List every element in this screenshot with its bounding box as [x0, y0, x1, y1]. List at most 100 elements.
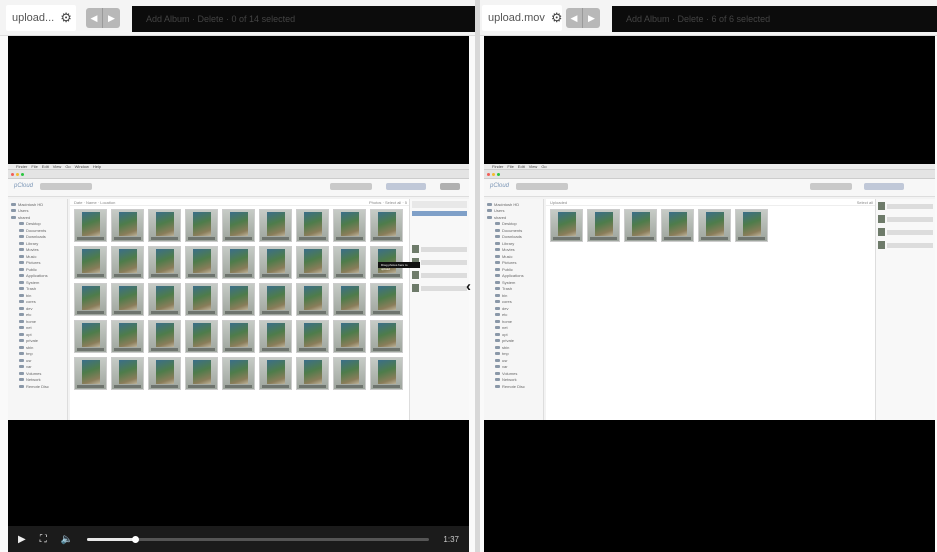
- progress-track[interactable]: [87, 535, 430, 543]
- zoom-window-icon[interactable]: [21, 173, 24, 176]
- photo-thumbnail[interactable]: [296, 246, 329, 279]
- filter-dropdown[interactable]: [330, 183, 372, 190]
- photo-thumbnail[interactable]: [185, 283, 218, 316]
- back-arrow-icon[interactable]: ◀: [86, 8, 103, 28]
- download-button[interactable]: [864, 183, 904, 190]
- photo-thumbnail[interactable]: [259, 246, 292, 279]
- photo-thumbnail[interactable]: [296, 283, 329, 316]
- upload-item[interactable]: [878, 240, 933, 250]
- photo-thumbnail[interactable]: [185, 209, 218, 242]
- photo-thumbnail[interactable]: [111, 283, 144, 316]
- upload-item[interactable]: [412, 283, 467, 293]
- upload-item[interactable]: [412, 244, 467, 254]
- photo-thumbnail[interactable]: [74, 209, 107, 242]
- photo-thumbnail[interactable]: [74, 320, 107, 353]
- menu-item[interactable]: File: [507, 164, 513, 169]
- photo-thumbnail[interactable]: [259, 209, 292, 242]
- photo-thumbnail[interactable]: [148, 320, 181, 353]
- photo-thumbnail[interactable]: [370, 320, 403, 353]
- gear-icon[interactable]: ⚙: [551, 10, 563, 26]
- photo-thumbnail[interactable]: [296, 357, 329, 390]
- minimize-window-icon[interactable]: [16, 173, 19, 176]
- menu-item[interactable]: View: [53, 164, 62, 169]
- photo-thumbnail[interactable]: [259, 320, 292, 353]
- photo-thumbnail[interactable]: [185, 357, 218, 390]
- upload-item[interactable]: [878, 227, 933, 237]
- play-icon[interactable]: ▶: [18, 534, 26, 545]
- toolbar-button-group[interactable]: [516, 183, 568, 190]
- photo-thumbnail[interactable]: [111, 357, 144, 390]
- menu-item[interactable]: Finder: [492, 164, 503, 169]
- menu-item[interactable]: File: [31, 164, 37, 169]
- minimize-window-icon[interactable]: [492, 173, 495, 176]
- photo-thumbnail[interactable]: [333, 357, 366, 390]
- photo-thumbnail[interactable]: [370, 209, 403, 242]
- photo-thumbnail[interactable]: [111, 320, 144, 353]
- forward-arrow-icon[interactable]: ▶: [583, 8, 600, 28]
- menu-item[interactable]: Window: [75, 164, 89, 169]
- photo-thumbnail[interactable]: [370, 357, 403, 390]
- photo-thumbnail[interactable]: [111, 209, 144, 242]
- upload-panel-selected[interactable]: [412, 211, 467, 216]
- photo-thumbnail[interactable]: [661, 209, 694, 242]
- sidebar-item[interactable]: Remote Disc: [487, 383, 540, 390]
- right-video[interactable]: Finder File Edit View Go pCloud Macintos: [484, 36, 935, 552]
- menu-item[interactable]: Edit: [42, 164, 49, 169]
- photo-thumbnail[interactable]: [370, 283, 403, 316]
- forward-arrow-icon[interactable]: ▶: [103, 8, 120, 28]
- photo-thumbnail[interactable]: [222, 209, 255, 242]
- photo-thumbnail[interactable]: [185, 246, 218, 279]
- chevron-left-icon[interactable]: ‹: [466, 278, 471, 295]
- photo-thumbnail[interactable]: [296, 320, 329, 353]
- photo-thumbnail[interactable]: [333, 320, 366, 353]
- photo-thumbnail[interactable]: [222, 357, 255, 390]
- close-window-icon[interactable]: [487, 173, 490, 176]
- toolbar-button-group[interactable]: [40, 183, 92, 190]
- menu-item[interactable]: Finder: [16, 164, 27, 169]
- upload-item[interactable]: [878, 201, 933, 211]
- download-button[interactable]: [386, 183, 426, 190]
- menu-item[interactable]: Help: [93, 164, 101, 169]
- photo-thumbnail[interactable]: [735, 209, 768, 242]
- photo-thumbnail[interactable]: [111, 246, 144, 279]
- fullscreen-icon[interactable]: ⛶: [40, 534, 47, 545]
- photo-thumbnail[interactable]: [185, 320, 218, 353]
- photo-thumbnail[interactable]: [74, 357, 107, 390]
- photo-thumbnail[interactable]: [550, 209, 583, 242]
- left-video[interactable]: Finder File Edit View Go Window Help pCl…: [8, 36, 469, 552]
- photo-thumbnail[interactable]: [222, 246, 255, 279]
- upload-item[interactable]: [878, 214, 933, 224]
- right-tab[interactable]: upload.mov ⚙ ✕: [482, 5, 579, 31]
- photo-thumbnail[interactable]: [148, 357, 181, 390]
- photo-thumbnail[interactable]: [222, 283, 255, 316]
- photo-thumbnail[interactable]: [698, 209, 731, 242]
- photo-thumbnail[interactable]: [333, 209, 366, 242]
- photo-thumbnail[interactable]: [148, 246, 181, 279]
- menu-item[interactable]: View: [529, 164, 538, 169]
- volume-icon[interactable]: 🔈: [61, 534, 73, 545]
- photo-thumbnail[interactable]: [74, 283, 107, 316]
- progress-handle[interactable]: [132, 535, 140, 543]
- zoom-window-icon[interactable]: [497, 173, 500, 176]
- photo-thumbnail[interactable]: [222, 320, 255, 353]
- menu-item[interactable]: Go: [541, 164, 546, 169]
- gear-icon[interactable]: ⚙: [60, 10, 72, 26]
- photo-thumbnail[interactable]: [148, 283, 181, 316]
- upload-item[interactable]: [412, 257, 467, 267]
- photo-thumbnail[interactable]: [259, 357, 292, 390]
- menu-item[interactable]: Edit: [518, 164, 525, 169]
- filter-dropdown[interactable]: [810, 183, 852, 190]
- upload-item[interactable]: [412, 270, 467, 280]
- menu-item[interactable]: Go: [65, 164, 70, 169]
- close-window-icon[interactable]: [11, 173, 14, 176]
- photo-thumbnail[interactable]: [333, 283, 366, 316]
- photo-thumbnail[interactable]: [74, 246, 107, 279]
- photo-thumbnail[interactable]: [587, 209, 620, 242]
- photo-thumbnail[interactable]: [333, 246, 366, 279]
- photo-thumbnail[interactable]: [296, 209, 329, 242]
- back-arrow-icon[interactable]: ◀: [566, 8, 583, 28]
- view-toggle[interactable]: [440, 183, 460, 190]
- photo-thumbnail[interactable]: [624, 209, 657, 242]
- photo-thumbnail[interactable]: [148, 209, 181, 242]
- left-tab[interactable]: upload... ⚙: [6, 5, 76, 31]
